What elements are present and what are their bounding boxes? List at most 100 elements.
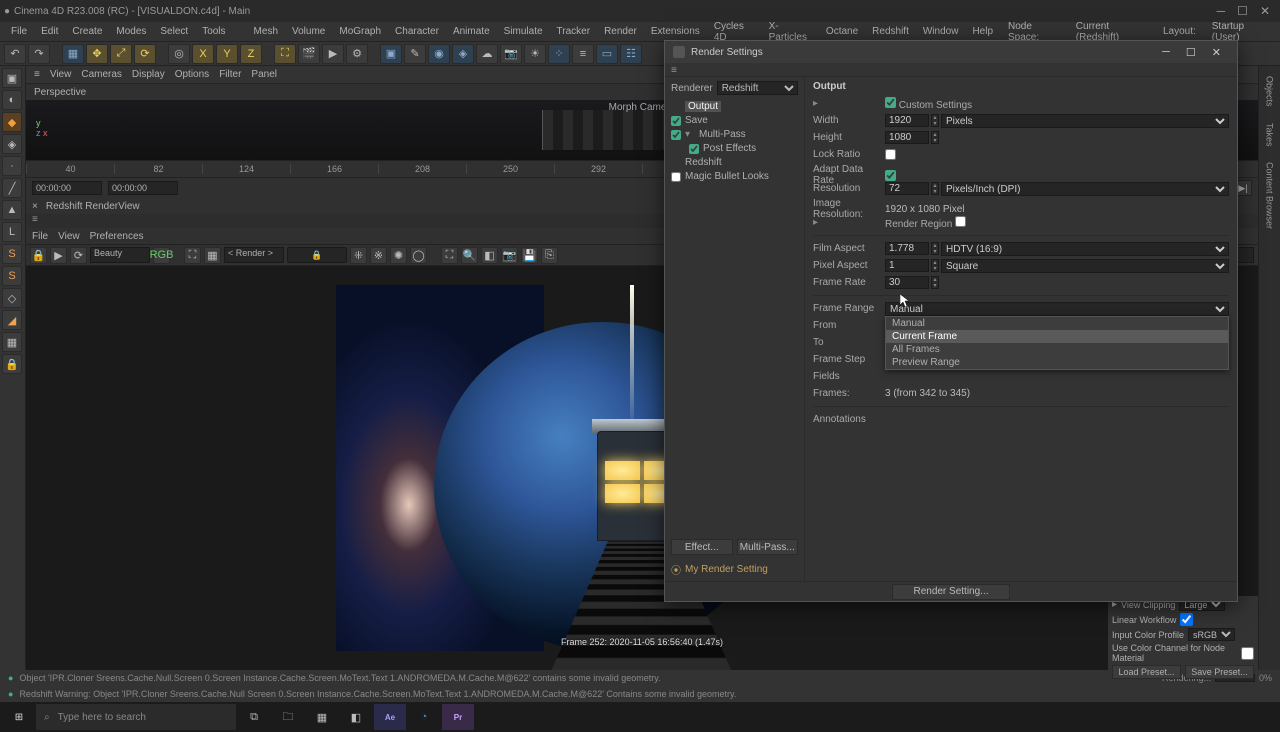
render-setting-footer-button[interactable]: Render Setting... xyxy=(892,584,1009,600)
menu-tracker[interactable]: Tracker xyxy=(550,26,598,37)
vp-display[interactable]: Display xyxy=(132,69,165,80)
quantize[interactable]: ◢ xyxy=(2,310,22,330)
vp-cameras[interactable]: Cameras xyxy=(81,69,122,80)
cube-primitive[interactable]: ▣ xyxy=(380,44,402,64)
texture-mode[interactable]: ◐ xyxy=(2,90,22,110)
menu-file[interactable]: File xyxy=(4,26,34,37)
rv-snap3-icon[interactable]: ✺ xyxy=(390,247,407,264)
opt-all-frames[interactable]: All Frames xyxy=(886,343,1228,356)
rv-region-icon[interactable]: ⛶ xyxy=(184,247,201,264)
tree-multipass[interactable]: ▾Multi-Pass xyxy=(671,128,798,141)
tree-magicbullet[interactable]: Magic Bullet Looks xyxy=(671,170,798,183)
axis-mode[interactable]: L xyxy=(2,222,22,242)
menu-select[interactable]: Select xyxy=(153,26,195,37)
framerate-input[interactable] xyxy=(885,276,929,289)
rv-view[interactable]: View xyxy=(58,231,80,242)
rv-fit-icon[interactable]: ⛶ xyxy=(441,247,458,264)
rv-compare-icon[interactable]: ◧ xyxy=(481,247,498,264)
app-icon-1[interactable]: ▦ xyxy=(306,704,338,730)
rv-snap2-icon[interactable]: ※ xyxy=(370,247,387,264)
render-picture[interactable]: 🎬 xyxy=(298,44,320,64)
tree-save[interactable]: Save xyxy=(671,114,798,127)
soft-select[interactable]: ▦ xyxy=(2,332,22,352)
menu-simulate[interactable]: Simulate xyxy=(497,26,550,37)
height-stepper[interactable]: ▴▾ xyxy=(931,131,939,144)
height-input[interactable] xyxy=(885,131,929,144)
tree-posteffects[interactable]: Post Effects xyxy=(671,142,798,155)
opt-preview-range[interactable]: Preview Range xyxy=(886,356,1228,369)
cinema4d-icon[interactable]: ◔ xyxy=(408,704,440,730)
menu-modes[interactable]: Modes xyxy=(109,26,153,37)
move-tool[interactable]: ✥ xyxy=(86,44,108,64)
rv-snapshot-icon[interactable]: 📷 xyxy=(501,247,518,264)
rs-menu-icon[interactable] xyxy=(671,65,683,76)
point-mode[interactable]: · xyxy=(2,156,22,176)
linear-workflow-checkbox[interactable] xyxy=(1180,613,1193,626)
model-mode[interactable]: ▣ xyxy=(2,68,22,88)
opt-current-frame[interactable]: Current Frame xyxy=(886,330,1228,343)
rv-prefs[interactable]: Preferences xyxy=(90,231,144,242)
resolution-stepper[interactable]: ▴▾ xyxy=(931,182,939,195)
framerate-stepper[interactable]: ▴▾ xyxy=(931,276,939,289)
rv-zoom-icon[interactable]: 🔍 xyxy=(461,247,478,264)
render-settings-button[interactable]: ⚙ xyxy=(346,44,368,64)
use-color-channel-checkbox[interactable] xyxy=(1241,647,1254,660)
spline-tool[interactable]: ✎ xyxy=(404,44,426,64)
renderview-close-icon[interactable]: × xyxy=(32,201,38,212)
rv-snap1-icon[interactable]: ⁜ xyxy=(350,247,367,264)
menu-animate[interactable]: Animate xyxy=(446,26,497,37)
rs-titlebar[interactable]: Render Settings ─ ☐ ✕ xyxy=(665,41,1237,63)
rv-file[interactable]: File xyxy=(32,231,48,242)
minimize-button[interactable]: ─ xyxy=(1217,4,1226,18)
magicbullet-checkbox[interactable] xyxy=(671,172,681,182)
scale-tool[interactable]: ⤢ xyxy=(110,44,132,64)
rv-bucket-icon[interactable]: ▦ xyxy=(204,247,221,264)
deformer-tool[interactable]: ◈ xyxy=(452,44,474,64)
tab-objects[interactable]: Objects xyxy=(1265,72,1275,111)
light-tool[interactable]: ☀ xyxy=(524,44,546,64)
taskview-icon[interactable]: ⧉ xyxy=(238,704,270,730)
width-stepper[interactable]: ▴▾ xyxy=(931,114,939,127)
framerange-select[interactable]: Manual xyxy=(885,302,1229,316)
tab-content-browser[interactable]: Content Browser xyxy=(1265,158,1275,233)
multipass-checkbox[interactable] xyxy=(671,130,681,140)
rotate-tool[interactable]: ⟳ xyxy=(134,44,156,64)
renderregion-expand-icon[interactable]: ▸ xyxy=(813,217,823,228)
framerange-dropdown[interactable]: Manual Manual Current Frame All Frames P… xyxy=(885,302,1229,316)
filmaspect-stepper[interactable]: ▴▾ xyxy=(931,242,939,255)
custom-settings-checkbox[interactable] xyxy=(885,97,896,108)
vp-options[interactable]: Options xyxy=(175,69,209,80)
redo-button[interactable]: ↷ xyxy=(28,44,50,64)
menu-tools[interactable]: Tools xyxy=(195,26,232,37)
resolution-input[interactable] xyxy=(885,182,929,195)
menu-character[interactable]: Character xyxy=(388,26,446,37)
filmaspect-select[interactable]: HDTV (16:9) xyxy=(941,242,1229,256)
rs-minimize-button[interactable]: ─ xyxy=(1154,46,1178,58)
time-current[interactable]: 00:00:00 xyxy=(108,181,178,195)
custom-expand-icon[interactable]: ▸ xyxy=(813,98,823,109)
time-start[interactable]: 00:00:00 xyxy=(32,181,102,195)
start-button[interactable]: ⊞ xyxy=(4,704,34,730)
field-tool[interactable]: ≡ xyxy=(572,44,594,64)
locked-mode[interactable]: 🔒 xyxy=(2,354,22,374)
last-tool[interactable]: ◎ xyxy=(168,44,190,64)
opt-manual[interactable]: Manual xyxy=(886,317,1228,330)
menu-edit[interactable]: Edit xyxy=(34,26,65,37)
pixelaspect-input[interactable] xyxy=(885,259,929,272)
pixelaspect-select[interactable]: Square xyxy=(941,259,1229,273)
rv-copy-icon[interactable]: ⎘ xyxy=(541,247,558,264)
renderer-select[interactable]: Redshift xyxy=(717,81,798,95)
rv-mode-select[interactable]: < Render > xyxy=(224,247,284,263)
hamburger-icon[interactable]: ≡ xyxy=(34,69,40,80)
object-mode[interactable]: ◆ xyxy=(2,112,22,132)
rv-circle-icon[interactable]: ◯ xyxy=(410,247,427,264)
snap-mode[interactable]: S xyxy=(2,266,22,286)
menu-help[interactable]: Help xyxy=(965,26,1000,37)
tab-takes[interactable]: Takes xyxy=(1265,119,1275,151)
lockratio-checkbox[interactable] xyxy=(885,149,896,160)
width-unit-select[interactable]: Pixels xyxy=(941,114,1229,128)
rv-lock2-icon[interactable]: 🔒 xyxy=(287,247,347,263)
tweak-mode[interactable]: ◈ xyxy=(2,134,22,154)
generator-tool[interactable]: ◉ xyxy=(428,44,450,64)
posteffects-checkbox[interactable] xyxy=(689,144,699,154)
